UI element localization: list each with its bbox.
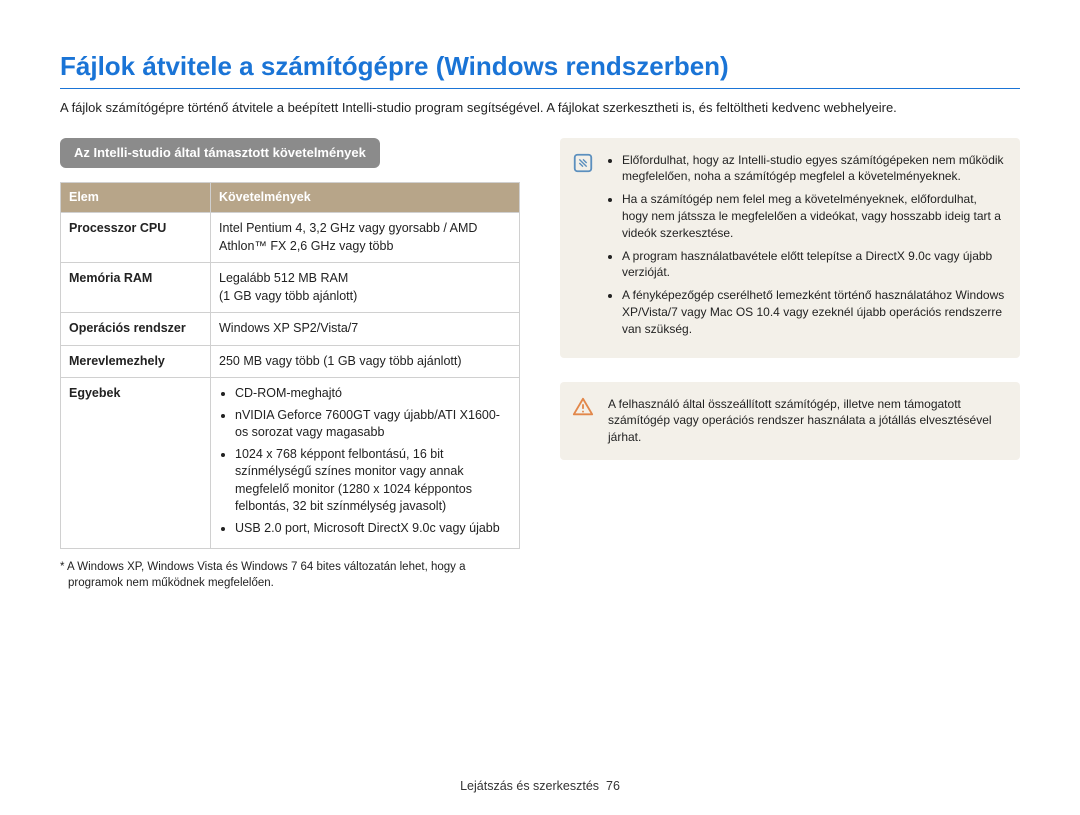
left-column: Az Intelli-studio által támasztott követ… [60,138,520,592]
other-item: nVIDIA Geforce 7600GT vagy újabb/ATI X16… [235,407,511,442]
other-item: CD-ROM-meghajtó [235,385,511,403]
table-row: Egyebek CD-ROM-meghajtó nVIDIA Geforce 7… [61,378,520,549]
info-note-box: Előfordulhat, hogy az Intelli-studio egy… [560,138,1020,358]
intro-text: A fájlok számítógépre történő átvitele a… [60,99,1020,117]
th-req: Követelmények [211,182,520,213]
cell-ram-label: Memória RAM [61,263,211,313]
info-note-item: A fényképezőgép cserélhető lemezként tör… [622,287,1006,337]
footnote: * A Windows XP, Windows Vista és Windows… [60,559,520,591]
table-row: Processzor CPU Intel Pentium 4, 3,2 GHz … [61,213,520,263]
other-item: USB 2.0 port, Microsoft DirectX 9.0c vag… [235,520,511,538]
requirements-table: Elem Követelmények Processzor CPU Intel … [60,182,520,550]
footer-section: Lejátszás és szerkesztés [460,779,599,793]
cell-os-label: Operációs rendszer [61,313,211,346]
warning-text: A felhasználó által összeállított számít… [608,396,1006,446]
info-note-item: Ha a számítógép nem felel meg a követelm… [622,191,1006,241]
th-item: Elem [61,182,211,213]
table-row: Merevlemezhely 250 MB vagy több (1 GB va… [61,345,520,378]
warning-icon [572,396,594,418]
page-title: Fájlok átvitele a számítógépre (Windows … [60,48,1020,89]
cell-os-value: Windows XP SP2/Vista/7 [211,313,520,346]
page-footer: Lejátszás és szerkesztés 76 [0,778,1080,796]
cell-ram-value: Legalább 512 MB RAM (1 GB vagy több aján… [211,263,520,313]
info-icon [572,152,594,174]
requirements-heading: Az Intelli-studio által támasztott követ… [60,138,380,168]
right-column: Előfordulhat, hogy az Intelli-studio egy… [560,138,1020,592]
warning-note-box: A felhasználó által összeállított számít… [560,382,1020,460]
footer-page: 76 [606,779,620,793]
table-row: Operációs rendszer Windows XP SP2/Vista/… [61,313,520,346]
cell-hdd-label: Merevlemezhely [61,345,211,378]
info-note-item: Előfordulhat, hogy az Intelli-studio egy… [622,152,1006,186]
cell-other-label: Egyebek [61,378,211,549]
cell-other-value: CD-ROM-meghajtó nVIDIA Geforce 7600GT va… [211,378,520,549]
other-item: 1024 x 768 képpont felbontású, 16 bit sz… [235,446,511,516]
cell-cpu-value: Intel Pentium 4, 3,2 GHz vagy gyorsabb /… [211,213,520,263]
table-row: Memória RAM Legalább 512 MB RAM (1 GB va… [61,263,520,313]
cell-hdd-value: 250 MB vagy több (1 GB vagy több ajánlot… [211,345,520,378]
info-note-item: A program használatbavétele előtt telepí… [622,248,1006,282]
cell-cpu-label: Processzor CPU [61,213,211,263]
